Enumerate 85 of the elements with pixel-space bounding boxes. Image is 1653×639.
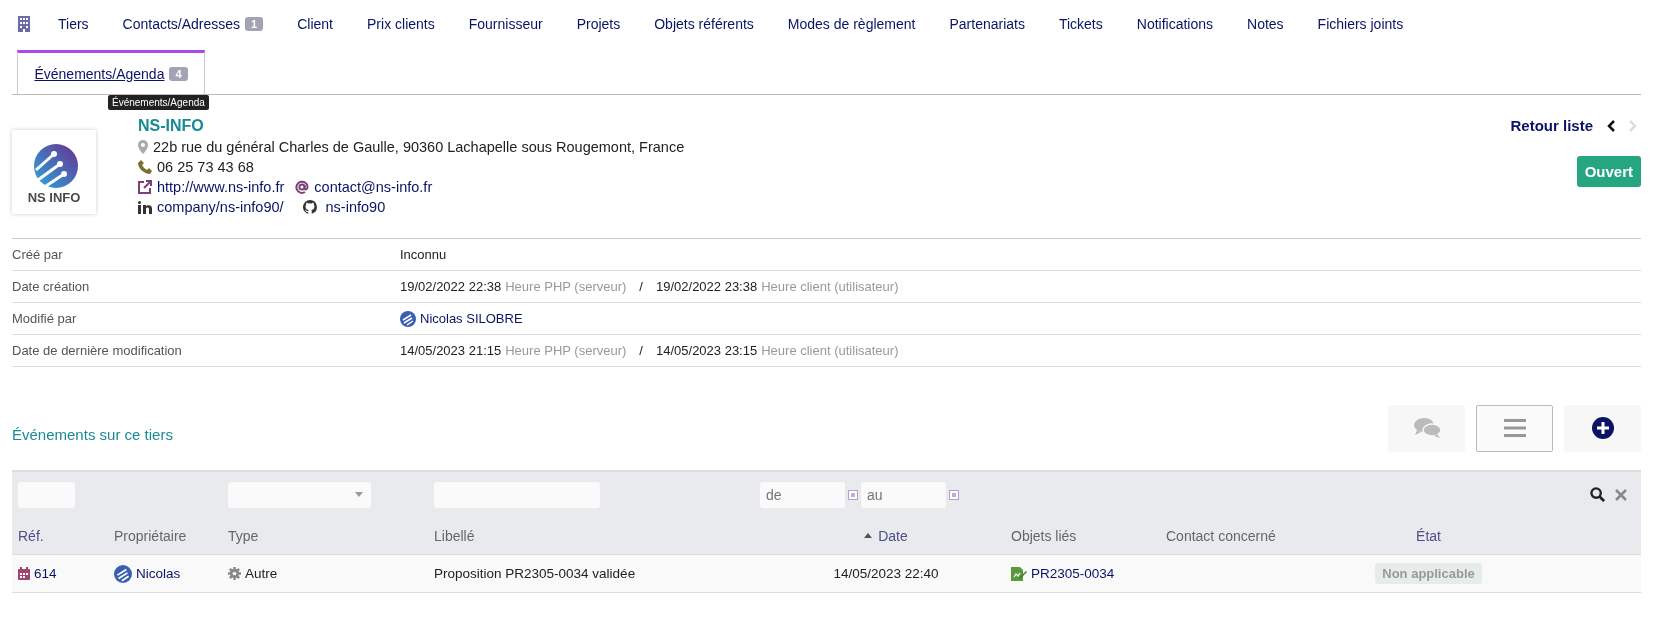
linkedin-icon: [138, 200, 152, 214]
table-cell: 14/05/2023 22:40: [833, 566, 939, 581]
server-date: 19/02/2022 22:38: [400, 279, 502, 294]
server-date: 14/05/2023 21:15: [400, 343, 502, 358]
field-label: Modifié par: [12, 311, 78, 326]
chat-bubbles-icon: [1412, 417, 1441, 439]
close-icon[interactable]: [1615, 488, 1627, 501]
company-logo: NS INFO: [12, 130, 96, 214]
sort-ascending-icon: [864, 533, 873, 538]
plus-circle-icon: [1591, 417, 1614, 439]
table-cell: Proposition PR2305-0034 validée: [434, 566, 636, 581]
field-label: Créé par: [12, 247, 64, 262]
field-label: Date de dernière modification: [12, 343, 183, 358]
linked-object-link[interactable]: PR2305-0034: [1031, 566, 1115, 581]
tab[interactable]: Projets: [576, 15, 621, 32]
client-date: 14/05/2023 23:15: [656, 343, 758, 358]
document-edit-icon: [1011, 566, 1027, 581]
column-header[interactable]: Objets liés: [1011, 527, 1166, 544]
owner-link[interactable]: Nicolas: [136, 566, 181, 581]
server-time-note: Heure PHP (serveur): [505, 343, 627, 358]
date-separator: /: [639, 279, 643, 294]
list-view-button[interactable]: [1476, 404, 1553, 452]
back-to-list-link[interactable]: Retour liste: [1510, 117, 1593, 134]
search-icon[interactable]: [1590, 487, 1605, 502]
column-header[interactable]: Type: [228, 527, 434, 544]
column-header[interactable]: Date: [761, 527, 1011, 544]
calendar-icon[interactable]: [848, 489, 858, 500]
gear-icon: [228, 567, 241, 580]
tab[interactable]: Tickets: [1058, 15, 1103, 32]
date-to-field[interactable]: au: [861, 481, 946, 508]
tooltip: Événements/Agenda: [108, 95, 209, 110]
tab[interactable]: Contacts/Adresses 1: [122, 15, 264, 32]
tab[interactable]: Prix clients: [367, 15, 435, 32]
next-icon[interactable]: [1629, 119, 1637, 132]
tab[interactable]: Événements/Agenda 4: [17, 50, 205, 94]
client-date: 19/02/2022 23:38: [656, 279, 758, 294]
date-separator: /: [639, 343, 643, 358]
messages-button[interactable]: [1388, 404, 1465, 452]
map-pin-icon: [138, 140, 148, 154]
tab[interactable]: Fournisseur: [468, 15, 543, 32]
tab[interactable]: Fichiers joints: [1317, 15, 1404, 32]
tab[interactable]: Notes: [1247, 15, 1284, 32]
at-sign-icon: [295, 180, 310, 194]
phone-icon: [138, 160, 152, 174]
column-header[interactable]: État: [1351, 527, 1506, 544]
status-badge: Ouvert: [1576, 156, 1641, 187]
tab[interactable]: Notifications: [1136, 15, 1214, 32]
tab[interactable]: Client: [297, 15, 333, 32]
event-ref-link[interactable]: 614: [34, 566, 57, 581]
section-title: Événements sur ce tiers: [12, 425, 173, 443]
column-header[interactable]: Libellé: [434, 527, 761, 544]
company-name: NS-INFO: [138, 117, 205, 135]
tab[interactable]: Tiers: [58, 15, 89, 32]
calendar-icon: [18, 567, 30, 580]
column-header[interactable]: Réf.: [18, 527, 114, 544]
field-value: Inconnu: [400, 247, 447, 262]
tab[interactable]: Modes de règlement: [787, 15, 916, 32]
column-header[interactable]: Contact concerné: [1166, 527, 1351, 544]
linkedin-link[interactable]: company/ns-info90/: [157, 199, 284, 215]
date-from-field[interactable]: de: [760, 481, 845, 508]
tab[interactable]: Objets référents: [654, 15, 754, 32]
field-label: Date création: [12, 279, 91, 294]
dropdown-caret-icon: [355, 492, 363, 497]
email-link[interactable]: contact@ns-info.fr: [314, 179, 433, 195]
column-header[interactable]: Propriétaire: [114, 527, 228, 544]
external-link-icon: [138, 180, 152, 194]
building-icon[interactable]: [18, 15, 30, 32]
github-icon: [302, 200, 317, 214]
user-avatar-icon: [114, 564, 132, 583]
client-time-note: Heure client (utilisateur): [761, 279, 899, 294]
calendar-icon[interactable]: [949, 489, 959, 500]
address-text: 22b rue du général Charles de Gaulle, 90360 Lachapelle sous Rougemont, France: [153, 139, 685, 155]
table-cell: Autre: [245, 566, 278, 581]
website-link[interactable]: http://www.ns-info.fr: [157, 179, 285, 195]
tab[interactable]: Partenariats: [949, 15, 1025, 32]
server-time-note: Heure PHP (serveur): [505, 279, 627, 294]
github-link[interactable]: ns-info90: [325, 199, 386, 215]
user-avatar-icon: [400, 310, 416, 327]
status-badge: Non applicable: [1375, 563, 1482, 584]
menu-icon: [1503, 419, 1526, 437]
client-time-note: Heure client (utilisateur): [761, 343, 899, 358]
user-link[interactable]: Nicolas SILOBRE: [420, 311, 523, 326]
phone-number: 06 25 73 43 68: [157, 159, 254, 175]
add-button[interactable]: [1564, 404, 1641, 452]
previous-icon[interactable]: [1607, 119, 1615, 132]
